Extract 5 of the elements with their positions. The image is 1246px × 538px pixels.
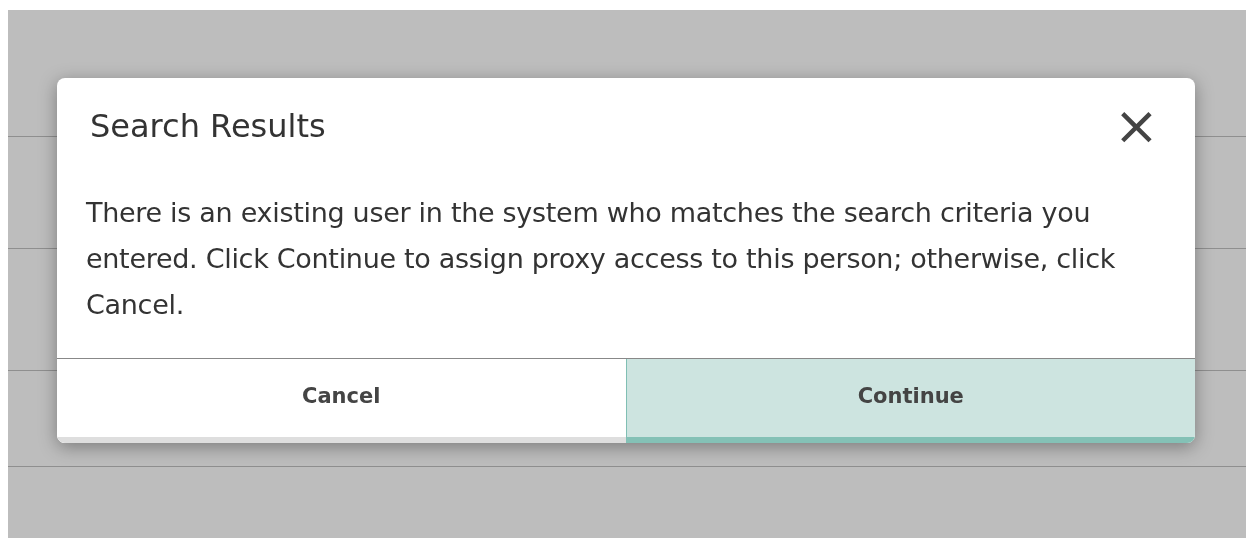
dialog-title: Search Results [90,107,326,145]
continue-button[interactable]: Continue [625,359,1195,443]
dialog-message: There is an existing user in the system who matches the search criteria you entered. Click Continue to assign proxy access to this person; otherwise, click Cancel. [86,196,1117,322]
close-button[interactable]: × [1113,102,1159,150]
cancel-button[interactable]: Cancel [57,359,626,443]
